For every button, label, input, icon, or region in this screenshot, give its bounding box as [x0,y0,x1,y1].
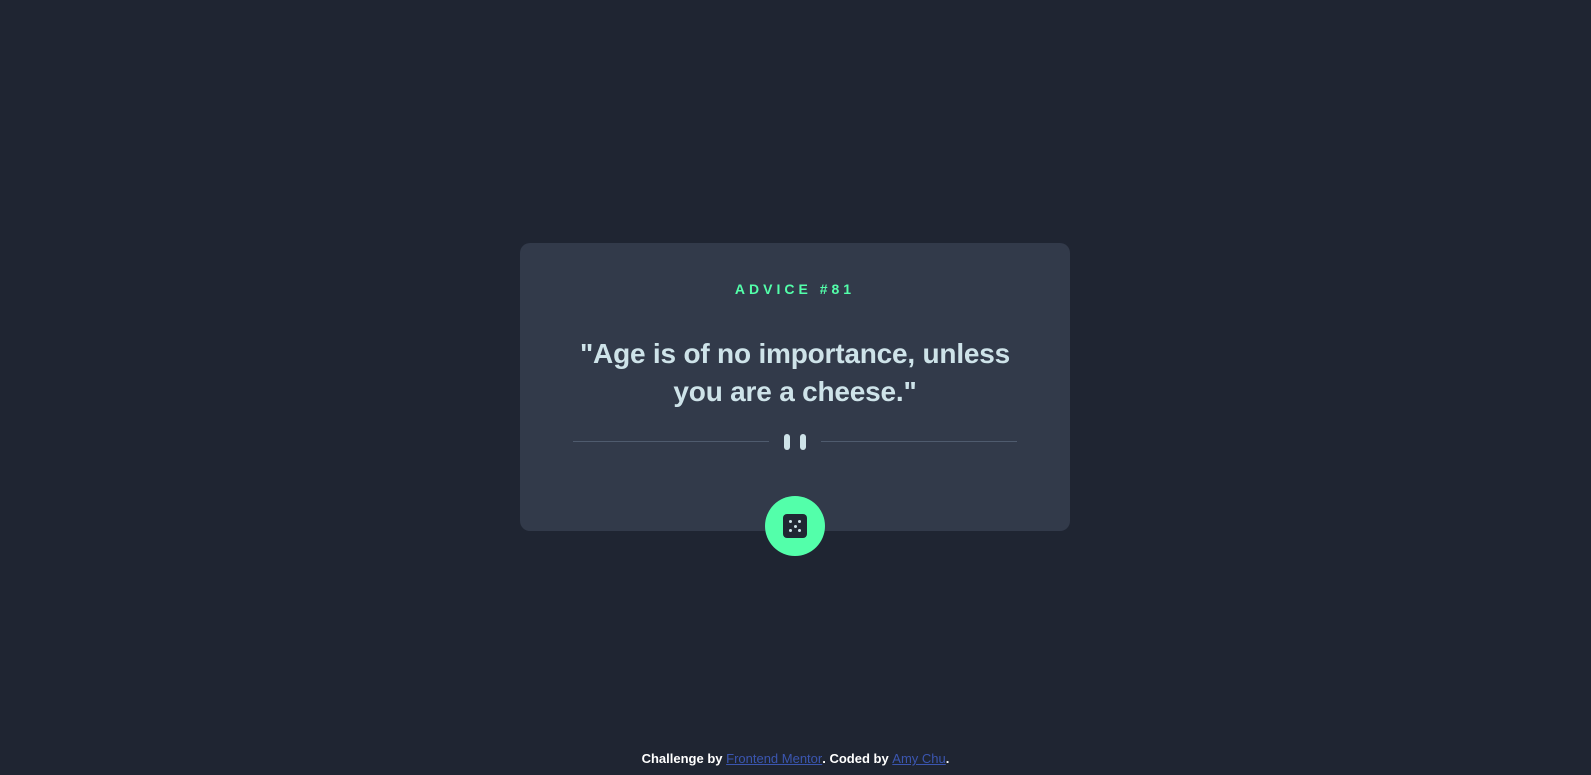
new-advice-button[interactable] [765,496,825,556]
divider [573,432,1017,452]
advice-card: ADVICE #81 "Age is of no importance, unl… [520,243,1070,556]
attribution: Challenge by Frontend Mentor. Coded by A… [0,751,1591,767]
advice-id: ADVICE #81 [734,281,856,297]
attribution-prefix: Challenge by [641,751,727,766]
pause-icon [784,434,806,450]
divider-line-left [573,441,769,442]
divider-line-right [821,441,1017,442]
advice-quote: "Age is of no importance, unless you are… [579,338,1011,407]
author-link[interactable]: Amy Chu [892,751,945,766]
attribution-suffix: . [945,751,950,766]
frontend-mentor-link[interactable]: Frontend Mentor [726,751,822,766]
attribution-middle: . Coded by [822,751,893,766]
dice-icon [783,514,807,538]
